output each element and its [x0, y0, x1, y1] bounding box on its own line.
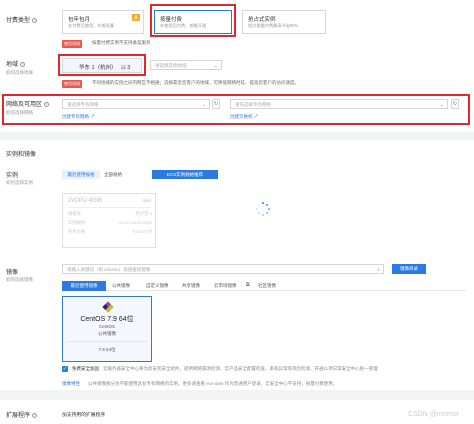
spec-tabs: 最近使用规格 全部规格 ECS实例规格推荐 — [62, 170, 222, 179]
tab-shared-images[interactable]: 共享镜像 — [182, 281, 200, 291]
billing-label: 付费类型? — [6, 17, 38, 24]
billing-option-desc: 先付费后使用，价格低廉 — [68, 23, 115, 28]
image-type: 公共镜像 — [98, 331, 116, 336]
other-region-select[interactable]: 请选择其他地域 ⌄ — [150, 60, 222, 70]
image-search-placeholder: 请输入关键词（如 Ubuntu）快速查找镜像 — [67, 267, 151, 272]
highlight-network — [2, 94, 470, 125]
tab-public-images[interactable]: 公共镜像 — [112, 281, 130, 291]
tab-recent-specs[interactable]: 最近使用规格 — [62, 170, 100, 179]
image-notes-tag[interactable]: 镜像特性 — [62, 381, 80, 387]
help-icon: ? — [32, 412, 38, 418]
spec-brand: Intel — [142, 198, 151, 203]
image-os: CentOS — [98, 324, 115, 329]
region-label: 地域? — [6, 61, 26, 68]
instance-label: 实例 — [6, 173, 19, 179]
usage-tag[interactable]: 使用须知 — [62, 80, 82, 88]
usage-tag[interactable]: 使用须知 — [62, 40, 82, 48]
spec-row: 规格族 经济型 e — [68, 211, 152, 216]
chevron-down-icon: ⌄ — [213, 62, 218, 69]
tab-recent-images[interactable]: 最近使用镜像 — [62, 281, 106, 291]
promo-icon: 惠 — [132, 14, 140, 21]
instance-image-title: 实例和镜像 — [6, 152, 37, 158]
tab-custom-images[interactable]: 自定义镜像 — [146, 281, 169, 291]
extension-label: 扩展程序? — [6, 412, 38, 419]
image-tabs: 最近使用镜像 公共镜像 自定义镜像 共享镜像 云市场镜像 ⧉ 社区镜像 — [62, 281, 466, 291]
billing-option-desc: 相对按量付费最高节省90% — [248, 23, 299, 28]
image-catalog-button[interactable]: 镜像目录 — [392, 264, 426, 274]
help-icon: ? — [20, 61, 26, 67]
security-checkbox[interactable]: ✓ — [62, 366, 68, 372]
search-icon: ⌕ — [377, 266, 380, 273]
loading-spinner-icon — [256, 202, 270, 216]
spec-card[interactable]: 2vCPU 4GiB Intel 规格族 经济型 e 实例规格 ecs.e-c1m2… — [62, 193, 156, 248]
tab-recommended-specs[interactable]: ECS实例规格推荐 — [152, 170, 218, 179]
image-version: 7.9 64位 — [98, 347, 116, 352]
billing-option-title: 包年包月 — [68, 17, 91, 23]
billing-note: 按量付费实例不支持备案服务 — [92, 40, 151, 45]
billing-option-spot[interactable]: 抢占式实例 相对按量付费最高节省90% — [242, 10, 326, 34]
spec-divider — [68, 207, 150, 208]
tab-community-images[interactable]: 社区镜像 — [258, 281, 276, 291]
image-label: 镜像 — [6, 270, 19, 276]
spec-title: 2vCPU 4GiB — [68, 198, 103, 204]
watermark: CSDN @morrior — [408, 411, 460, 418]
billing-option-title: 抢占式实例 — [248, 17, 276, 23]
billing-option-subscription[interactable]: 包年包月 先付费后使用，价格低廉 惠 — [62, 10, 144, 34]
spec-row: 参考价格 ¥ 0.3/小时 — [68, 229, 152, 234]
external-link-icon: ⧉ — [246, 282, 250, 288]
region-note: 不同地域的实例之间内网互不相通；选择靠近您客户的地域，可降低网络时延、提高您客户… — [92, 80, 299, 85]
image-help[interactable]: 如何选择镜像 — [6, 277, 33, 283]
image-search-input[interactable]: 请输入关键词（如 Ubuntu）快速查找镜像 ⌕ — [62, 264, 384, 274]
extension-desc: 加支持用的扩展程序 — [62, 413, 106, 418]
help-icon: ? — [32, 17, 38, 23]
image-name: CentOS 7.9 64位 — [80, 316, 134, 323]
image-card[interactable]: CentOS 7.9 64位 CentOS 公共镜像 7.9 64位 — [62, 296, 152, 362]
image-card-divider — [67, 341, 147, 342]
tab-marketplace-images[interactable]: 云市场镜像 — [214, 281, 237, 291]
region-help[interactable]: 如何选择地域 — [6, 70, 33, 76]
highlight-billing — [150, 4, 236, 37]
centos-logo-icon — [102, 301, 114, 313]
spec-row: 实例规格 ecs.e-c1m2.large — [68, 220, 152, 225]
highlight-region — [58, 54, 146, 76]
image-notes-desc: 公共镜像部分为不能使用具有专有网络的实例，更多请查看 ecs-user 作为普通… — [88, 381, 338, 386]
other-region-placeholder: 请选择其他地域 — [155, 63, 187, 68]
security-label: 免费安全加固 云服务器安全中心将为您安装安全组件，提供网络漏洞检测、云产品安全配置… — [72, 366, 378, 371]
instance-help[interactable]: 如何选择实例 — [6, 180, 33, 186]
tab-all-specs[interactable]: 全部规格 — [104, 170, 122, 179]
